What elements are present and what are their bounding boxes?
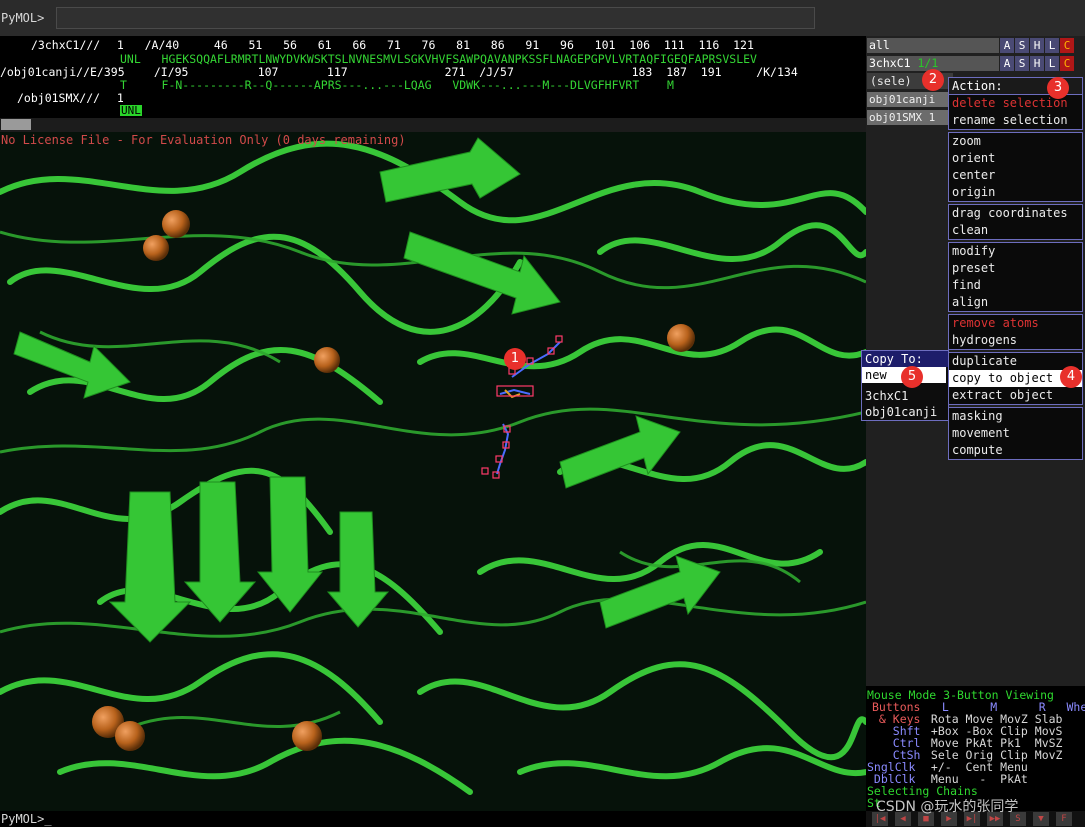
object-obj01smx[interactable]: obj01SMX 1	[867, 110, 949, 125]
object-label: all	[869, 38, 890, 52]
seq-row1-numbers: 1 /A/40 46 51 56 61 66 71 76 81 86 91 96…	[110, 38, 754, 52]
menu-item-duplicate[interactable]: duplicate	[949, 353, 1082, 370]
action-menu: Action: delete selection rename selectio…	[948, 77, 1083, 462]
seq-row3-numbers: 1	[110, 91, 124, 105]
full-screen-button[interactable]: F	[1056, 812, 1072, 826]
annotation-badge-5: 5	[901, 366, 923, 388]
show-button[interactable]: S	[1015, 38, 1029, 53]
menu-item-hydrogens[interactable]: hydrogens	[949, 332, 1082, 349]
annotation-badge-1: 1	[504, 348, 526, 370]
copy-to-3chxc1[interactable]: 3chxC1	[862, 388, 948, 404]
top-prompt: PyMOL>	[1, 11, 45, 25]
menu-item-extract-object[interactable]: extract object	[949, 387, 1082, 404]
menu-item-movement[interactable]: movement	[949, 425, 1082, 442]
top-command-input[interactable]	[56, 7, 815, 29]
object-row-all[interactable]: all A S H L C	[866, 38, 1085, 54]
seq-row2-residues[interactable]: T F-N---------R--Q------APRS---...---LQA…	[120, 79, 674, 91]
object-label: 3chxC1	[869, 56, 911, 70]
menu-item-rename-selection[interactable]: rename selection	[949, 112, 1082, 129]
menu-item-preset[interactable]: preset	[949, 260, 1082, 277]
menu-item-center[interactable]: center	[949, 167, 1082, 184]
sequence-viewer[interactable]: /3chxC1/// 1 /A/40 46 51 56 61 66 71 76 …	[0, 36, 866, 118]
movie-menu-button[interactable]: ▼	[1033, 812, 1049, 826]
annotation-badge-3: 3	[1047, 77, 1069, 99]
action-menu-group: drag coordinates clean	[948, 204, 1083, 240]
show-button[interactable]: S	[1015, 56, 1029, 71]
seq-row3-label: /obj01SMX///	[17, 91, 101, 105]
sequence-scrollbar[interactable]	[0, 118, 866, 132]
copy-to-title: Copy To:	[862, 351, 948, 367]
seq-row2-numbers: /I/95 107 117 271 /J/57 183 187 191 /K/1…	[140, 65, 798, 79]
object-obj01canji[interactable]: obj01canji	[867, 92, 949, 107]
label-button[interactable]: L	[1045, 56, 1059, 71]
seq-row1-label: /3chxC1///	[31, 38, 101, 52]
sequence-scroll-thumb[interactable]	[1, 119, 31, 130]
copy-to-obj01canji[interactable]: obj01canji	[862, 404, 948, 420]
molecule-viewport[interactable]	[0, 132, 866, 811]
label-button[interactable]: L	[1045, 38, 1059, 53]
seq-row3-selected-residue[interactable]: UNL	[120, 105, 142, 116]
menu-item-origin[interactable]: origin	[949, 184, 1082, 201]
action-button[interactable]: A	[1000, 38, 1014, 53]
bottom-command-bar[interactable]: PyMOL>_	[0, 811, 866, 827]
hide-button[interactable]: H	[1030, 38, 1044, 53]
menu-item-remove-atoms[interactable]: remove atoms	[949, 315, 1082, 332]
mouse-mode-panel[interactable]: Mouse Mode 3-Button Viewing Buttons L M …	[866, 686, 1085, 811]
action-menu-group: zoom orient center origin	[948, 132, 1083, 202]
menu-item-compute[interactable]: compute	[949, 442, 1082, 459]
annotation-badge-2: 2	[922, 69, 944, 91]
action-button[interactable]: A	[1000, 56, 1014, 71]
action-menu-group: masking movement compute	[948, 407, 1083, 460]
annotation-badge-4: 4	[1060, 366, 1082, 388]
seq-row1-residues[interactable]: UNL HGEKSQQAFLRMRTLNWYDVKWSKTSLNVNESMVLS…	[120, 53, 757, 65]
menu-item-find[interactable]: find	[949, 277, 1082, 294]
menu-item-orient[interactable]: orient	[949, 150, 1082, 167]
object-state: 1/1	[917, 56, 939, 70]
menu-item-drag-coordinates[interactable]: drag coordinates	[949, 205, 1082, 222]
color-button[interactable]: C	[1060, 38, 1074, 53]
menu-item-align[interactable]: align	[949, 294, 1082, 311]
object-row-3chxc1[interactable]: 3chxC1 1/1 A S H L C	[866, 56, 1085, 72]
menu-item-zoom[interactable]: zoom	[949, 133, 1082, 150]
action-menu-group: modify preset find align	[948, 242, 1083, 312]
hide-button[interactable]: H	[1030, 56, 1044, 71]
seq-row2-label: /obj01canji//E/395	[0, 65, 125, 79]
menu-item-modify[interactable]: modify	[949, 243, 1082, 260]
action-menu-group: remove atoms hydrogens	[948, 314, 1083, 350]
color-button[interactable]: C	[1060, 56, 1074, 71]
object-name-all[interactable]: all	[867, 38, 999, 53]
license-warning: No License File - For Evaluation Only (0…	[1, 133, 406, 147]
top-command-bar: PyMOL>	[0, 0, 1085, 36]
bottom-prompt[interactable]: PyMOL>_	[1, 812, 52, 826]
csdn-watermark: CSDN @玩水的张同学	[876, 799, 1019, 815]
menu-item-masking[interactable]: masking	[949, 408, 1082, 425]
protein-cartoon-render	[0, 132, 866, 811]
menu-item-clean[interactable]: clean	[949, 222, 1082, 239]
